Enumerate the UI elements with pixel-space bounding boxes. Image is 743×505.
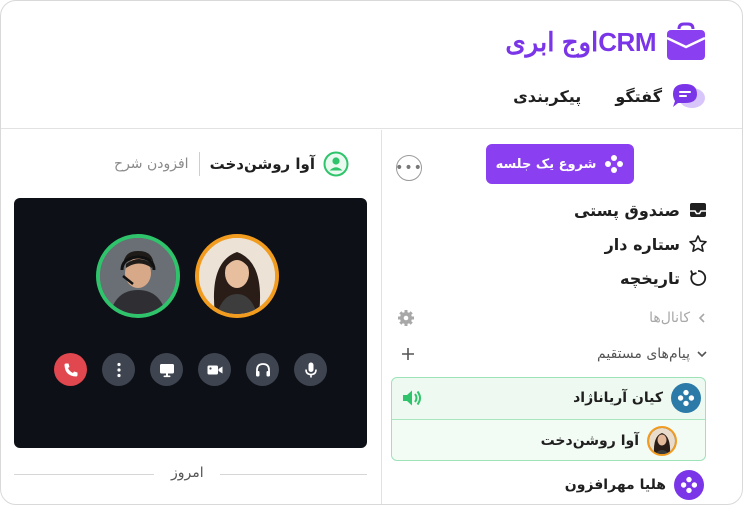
screen-share-button[interactable] [150, 353, 183, 386]
participant-male [96, 234, 180, 318]
member-kian[interactable]: کیان آریاناژاد [573, 381, 701, 415]
group-avatar-icon [680, 476, 698, 494]
add-description-link[interactable]: افزودن شرح [114, 156, 189, 172]
active-call-group: کیان آریاناژاد آوا روشن‌دخت [391, 377, 706, 461]
call-panel: آوا روشن‌دخت افزودن شرح [1, 130, 381, 504]
member-helia[interactable]: هلیا مهرافزون [565, 468, 704, 502]
group-avatar-icon [677, 389, 695, 407]
more-vertical-icon [116, 362, 121, 377]
inbox-icon [690, 203, 706, 217]
camera-button[interactable] [198, 353, 231, 386]
menu-starred[interactable]: ستاره دار [605, 230, 708, 258]
menu-inbox[interactable]: صندوق پستی [574, 196, 708, 224]
member-ava[interactable]: آوا روشن‌دخت [541, 424, 677, 458]
app-window: CRMاوج ابری گفتگو پیکربندی شروع یک جلسه … [0, 0, 743, 505]
person-avatar-icon [649, 428, 675, 454]
participant-female [195, 234, 279, 318]
menu-history[interactable]: تاریخچه [620, 264, 708, 292]
person-avatar-icon [100, 238, 176, 314]
history-icon [690, 270, 707, 286]
call-header: آوا روشن‌دخت افزودن شرح [114, 150, 349, 178]
nav-chat[interactable]: گفتگو [615, 81, 706, 111]
avatar [674, 470, 704, 500]
call-participant-name: آوا روشن‌دخت [209, 155, 315, 173]
end-call-icon [64, 363, 77, 376]
start-meeting-label: شروع یک جلسه [495, 156, 597, 172]
user-circle-icon [323, 151, 349, 177]
menu-history-label: تاریخچه [620, 268, 680, 288]
start-meeting-button[interactable]: شروع یک جلسه [486, 144, 634, 184]
nav-settings-label: پیکربندی [513, 86, 582, 106]
date-divider-label: امروز [171, 465, 204, 481]
main-nav: گفتگو پیکربندی [513, 79, 706, 113]
more-options-button[interactable] [102, 353, 135, 386]
divider-line [14, 474, 154, 475]
channels-label: کانال‌ها [649, 310, 690, 326]
headphones-button[interactable] [246, 353, 279, 386]
screen-share-icon [159, 363, 174, 377]
member-name: هلیا مهرافزون [564, 477, 666, 493]
gear-icon[interactable] [396, 308, 416, 328]
title-separator [198, 152, 200, 176]
direct-messages-label: پیام‌های مستقیم [597, 346, 690, 362]
more-horizontal-icon[interactable]: ••• [395, 155, 422, 181]
menu-inbox-label: صندوق پستی [573, 200, 680, 220]
person-avatar-icon [199, 238, 275, 314]
microphone-button[interactable] [294, 353, 327, 386]
end-call-button[interactable] [54, 353, 87, 386]
avatar [647, 426, 677, 456]
star-icon [689, 235, 707, 252]
call-controls [54, 353, 327, 386]
logo: CRMاوج ابری [505, 19, 708, 65]
logo-text: CRMاوج ابری [505, 26, 656, 57]
divider-line [220, 474, 367, 475]
member-name: آوا روشن‌دخت [540, 433, 639, 449]
nav-chat-label: گفتگو [615, 86, 662, 106]
group-separator [392, 419, 705, 420]
video-camera-icon [207, 365, 222, 374]
top-header: CRMاوج ابری گفتگو پیکربندی [1, 1, 742, 129]
date-divider: امروز [14, 464, 367, 484]
meeting-icon [605, 155, 624, 173]
microphone-icon [304, 362, 317, 377]
direct-messages-section[interactable]: پیام‌های مستقیم [597, 342, 708, 366]
chat-bubble-icon [673, 84, 705, 108]
nav-settings[interactable]: پیکربندی [513, 87, 581, 106]
member-name: کیان آریاناژاد [573, 390, 663, 406]
speaker-volume-icon [403, 390, 421, 406]
briefcase-logo-icon [666, 22, 706, 60]
headphones-icon [255, 362, 270, 376]
menu-starred-label: ستاره دار [604, 234, 680, 254]
channels-section[interactable]: کانال‌ها [649, 306, 708, 330]
video-call-area [14, 198, 367, 448]
sidebar: شروع یک جلسه ••• صندوق پستی ستاره دار تا… [380, 130, 742, 504]
chevron-down-icon [697, 351, 707, 358]
chevron-left-icon [698, 313, 705, 323]
avatar [671, 383, 701, 413]
add-icon[interactable] [398, 344, 418, 364]
